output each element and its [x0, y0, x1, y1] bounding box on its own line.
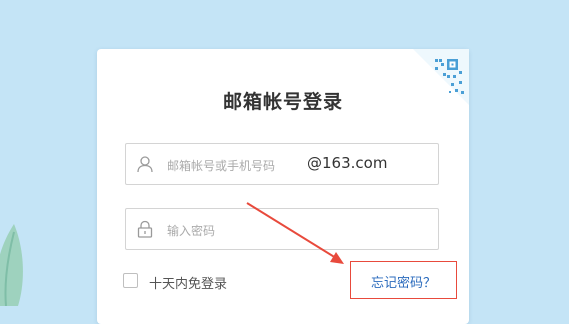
account-field[interactable]: 邮箱帐号或手机号码 @163.com	[125, 143, 439, 185]
user-icon	[137, 156, 153, 173]
remember-checkbox[interactable]	[123, 273, 138, 288]
login-card: 邮箱帐号登录 邮箱帐号或手机号码 @163.com 输入密码 十天内免登录 忘记…	[97, 49, 469, 324]
page-title: 邮箱帐号登录	[222, 91, 343, 113]
account-placeholder: 邮箱帐号或手机号码	[167, 159, 276, 173]
leaf-decoration	[0, 224, 23, 306]
password-placeholder: 输入密码	[167, 224, 216, 238]
lock-icon	[137, 220, 153, 238]
forgot-password-highlight: 忘记密码？	[350, 261, 457, 299]
remember-label: 十天内免登录	[149, 277, 228, 292]
email-domain-suffix: @163.com	[307, 154, 388, 172]
password-field[interactable]: 输入密码	[125, 208, 439, 250]
forgot-password-link[interactable]: 忘记密码？	[351, 272, 456, 291]
